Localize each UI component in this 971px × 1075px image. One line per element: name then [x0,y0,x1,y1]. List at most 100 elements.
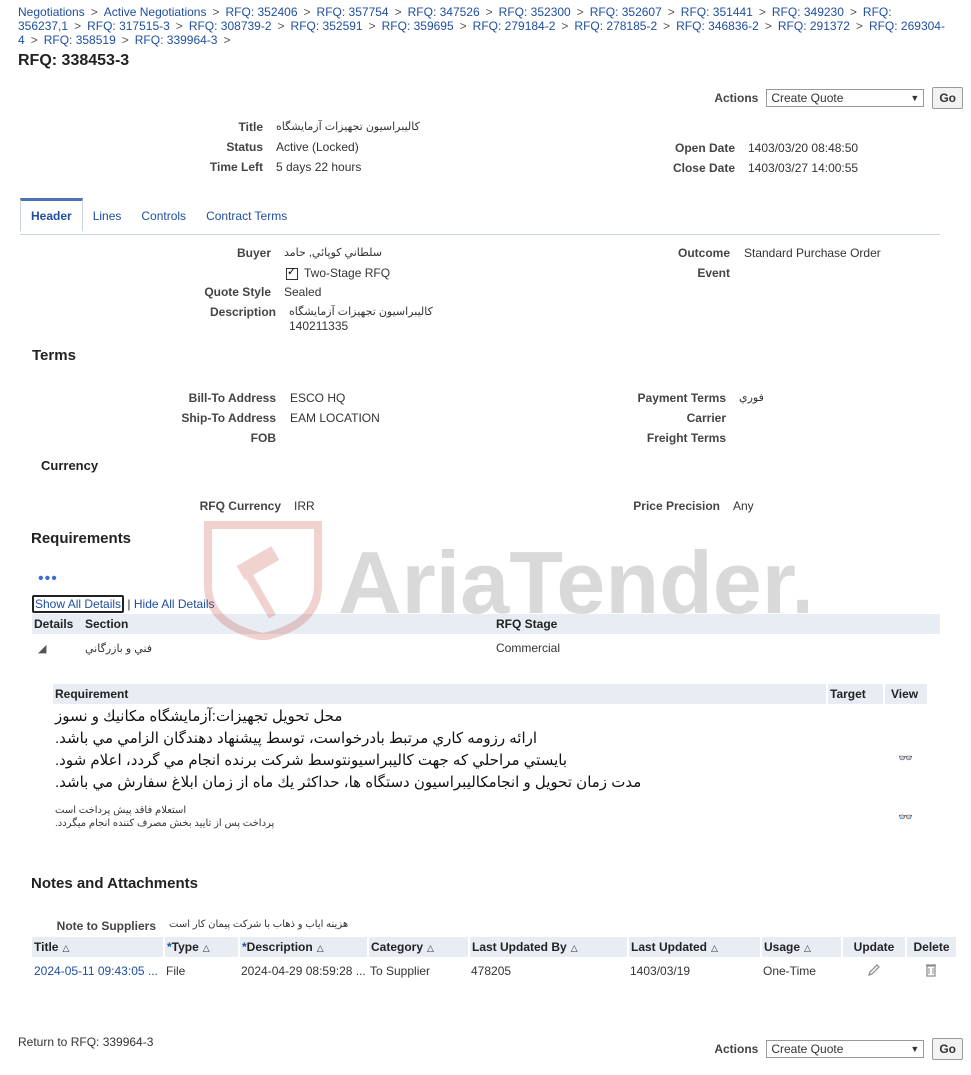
breadcrumb-link[interactable]: RFQ: 339964-3 [135,33,218,47]
col-last-updated-by[interactable]: Last Updated By △ [469,937,629,957]
requirement-detail-table: Requirement Target View محل تحويل تجهيزا… [53,684,927,832]
breadcrumb-separator: > [212,5,220,19]
stage-value: Commercial [496,641,561,655]
col-title[interactable]: Title △ [32,937,165,957]
open-date-label: Open Date [674,141,735,155]
actions-select[interactable]: Create Quote ▼ [766,1040,925,1058]
collapse-triangle-icon[interactable]: ◢ [32,634,83,662]
breadcrumb-link[interactable]: RFQ: 279184-2 [473,19,556,33]
attachment-type: File [166,964,186,978]
tab-header[interactable]: Header [20,198,83,232]
col-rfq-stage: RFQ Stage [496,617,558,631]
gavel-icon [236,546,280,580]
tab-bar: Header Lines Controls Contract Terms [20,198,940,235]
actions-select[interactable]: Create Quote ▼ [766,89,925,107]
section-value: فني و بازرگاني [85,642,153,655]
breadcrumb: Negotiations > Active Negotiations > RFQ: 35… [18,5,948,47]
breadcrumb-link[interactable]: RFQ: 359695 [382,19,454,33]
breadcrumb-separator: > [394,5,402,19]
col-details: Details [34,617,74,631]
ship-to-label: Ship-To Address [181,411,276,425]
chevron-down-icon: ▼ [910,1044,920,1054]
table-row: محل تحويل تجهيزات:آزمايشگاه مكانيك و نسو… [53,704,927,802]
attachment-description: 2024-04-29 08:59:28 ... [241,964,366,978]
breadcrumb-link[interactable]: RFQ: 346836-2 [676,19,759,33]
breadcrumb-link[interactable]: RFQ: 347526 [408,5,480,19]
target-cell [827,802,884,832]
description-value-line2: 140211335 [289,319,349,333]
attachment-title-link[interactable]: 2024-05-11 09:43:05 ... [32,957,164,985]
breadcrumb-separator: > [175,19,183,33]
breadcrumb-separator: > [277,19,285,33]
breadcrumb-link[interactable]: RFQ: 352406 [225,5,297,19]
breadcrumb-separator: > [74,19,82,33]
outcome-label: Outcome [677,246,730,260]
col-update: Update [842,937,907,957]
col-category[interactable]: Category △ [368,937,470,957]
tab-lines[interactable]: Lines [83,198,132,234]
view-glasses-icon[interactable]: 👓 [884,802,927,832]
go-button[interactable]: Go [932,87,963,109]
req2-line: استعلام فاقد پيش پرداخت است [55,805,187,816]
breadcrumb-link[interactable]: RFQ: 352607 [590,5,662,19]
breadcrumb-separator: > [758,5,766,19]
breadcrumb-link[interactable]: RFQ: 349230 [772,5,844,19]
col-description[interactable]: *Description △ [239,937,369,957]
bill-to-link[interactable]: ESCO HQ [290,391,345,405]
breadcrumb-separator: > [576,5,584,19]
actions-label: Actions [714,1042,759,1056]
time-left-value: 5 days 22 hours [276,160,362,174]
col-type[interactable]: *Type △ [164,937,240,957]
hide-all-details-link[interactable]: Hide All Details [134,597,215,611]
show-all-details-link[interactable]: Show All Details [32,595,125,613]
col-requirement: Requirement [53,684,828,704]
breadcrumb-link[interactable]: RFQ: 317515-3 [87,19,170,33]
breadcrumb-separator: > [368,19,376,33]
breadcrumb-link[interactable]: RFQ: 352591 [291,19,363,33]
breadcrumb-separator: > [485,5,493,19]
rfq-currency-label: RFQ Currency [199,499,281,513]
col-target: Target [827,684,885,704]
col-section: Section [85,617,129,631]
col-last-updated[interactable]: Last Updated △ [628,937,762,957]
return-link[interactable]: Return to RFQ: 339964-3 [18,1035,153,1049]
event-label: Event [697,266,730,280]
tab-contract-terms[interactable]: Contract Terms [196,198,297,234]
trash-icon[interactable] [906,957,956,985]
actions-selected-value: Create Quote [771,91,844,105]
breadcrumb-link[interactable]: RFQ: 357754 [317,5,389,19]
go-button[interactable]: Go [932,1038,963,1060]
pencil-icon[interactable] [842,957,906,985]
terms-heading: Terms [32,347,76,364]
fob-label: FOB [250,431,276,445]
note-to-suppliers-value: هزينه اياب و ذهاب با شركت پيمان كار است [169,919,349,930]
breadcrumb-separator: > [561,19,569,33]
more-options-icon[interactable]: ••• [38,571,58,587]
breadcrumb-link[interactable]: RFQ: 351441 [681,5,753,19]
currency-heading: Currency [41,458,99,473]
two-stage-checkbox[interactable] [286,265,298,280]
view-glasses-icon[interactable]: 👓 [884,704,927,802]
breadcrumb-link[interactable]: Active Negotiations [104,5,207,19]
buyer-value: سلطاني كوپائي, حامد [284,247,383,259]
col-usage[interactable]: Usage △ [761,937,843,957]
price-precision-label: Price Precision [633,499,720,513]
ship-to-link[interactable]: EAM LOCATION [290,411,380,425]
requirement-text-2: استعلام فاقد پيش پرداخت است پرداخت پس از… [53,802,827,832]
breadcrumb-link[interactable]: RFQ: 358519 [44,33,116,47]
quote-style-label: Quote Style [204,285,271,299]
breadcrumb-separator: > [849,5,857,19]
breadcrumb-link[interactable]: Negotiations [18,5,85,19]
two-stage-field: Two-Stage RFQ [286,265,390,280]
tab-controls[interactable]: Controls [131,198,196,234]
breadcrumb-link[interactable]: RFQ: 278185-2 [574,19,657,33]
open-date-value: 1403/03/20 08:48:50 [748,141,859,155]
breadcrumb-separator: > [303,5,311,19]
time-left-label: Time Left [209,160,263,174]
breadcrumb-link[interactable]: RFQ: 352300 [499,5,571,19]
breadcrumb-link[interactable]: RFQ: 291372 [778,19,850,33]
breadcrumb-link[interactable]: RFQ: 308739-2 [189,19,272,33]
bill-to-label: Bill-To Address [188,391,276,405]
notes-heading: Notes and Attachments [31,875,198,892]
breadcrumb-separator: > [121,33,129,47]
